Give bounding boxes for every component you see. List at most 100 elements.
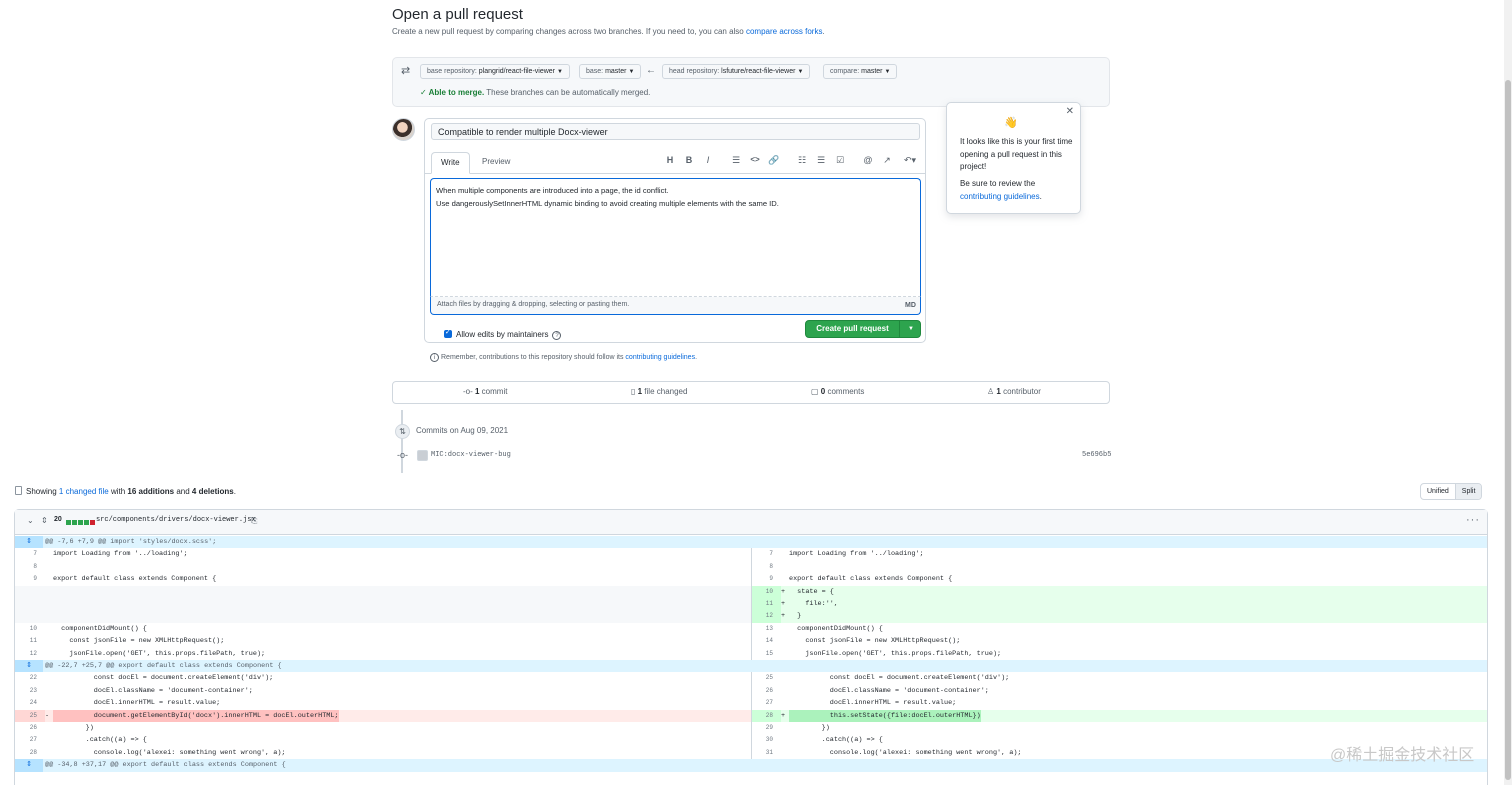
line-number[interactable]: 11 <box>751 598 773 610</box>
create-pull-request-label[interactable]: Create pull request <box>806 321 899 337</box>
kebab-menu-icon[interactable]: ··· <box>1466 514 1480 526</box>
code-line: const jsonFile = new XMLHttpRequest(); <box>53 637 225 646</box>
checkbox-checked-icon <box>444 328 452 338</box>
line-number[interactable]: 25 <box>751 672 773 684</box>
compare-across-forks-link[interactable]: compare across forks <box>746 27 822 36</box>
line-number[interactable]: 22 <box>15 672 37 684</box>
diff-row: 27 .catch((a) => {30 .catch((a) => { <box>15 734 1487 747</box>
changed-files-link[interactable]: 1 changed file <box>59 487 109 496</box>
code-line: const docEl = document.createElement('di… <box>789 674 1010 683</box>
code-line: state = { <box>789 587 834 596</box>
line-number[interactable]: 26 <box>15 722 37 734</box>
collapse-chevron-icon[interactable]: ⌄ <box>27 516 34 525</box>
tab-preview[interactable]: Preview <box>473 152 519 174</box>
line-number[interactable]: 23 <box>15 685 37 697</box>
diffstat-blocks <box>66 518 96 527</box>
pr-title-input[interactable] <box>431 123 920 140</box>
file-path-link[interactable]: src/components/drivers/docx-viewer.jsx <box>96 516 256 524</box>
line-number[interactable]: 27 <box>751 697 773 709</box>
line-number[interactable]: 29 <box>751 722 773 734</box>
diff-sign: + <box>781 711 786 720</box>
tab-write[interactable]: Write <box>431 152 470 174</box>
line-number[interactable]: 28 <box>751 710 773 722</box>
line-number[interactable]: 15 <box>751 648 773 660</box>
close-icon[interactable]: ✕ <box>1066 106 1074 119</box>
repo-push-icon: ⇅ <box>395 424 410 439</box>
comments-tab[interactable]: ▢ 0 comments <box>811 387 864 396</box>
line-number[interactable]: 14 <box>751 635 773 647</box>
code-line: docEl.innerHTML = result.value; <box>789 699 957 708</box>
mention-icon[interactable]: @ <box>862 154 874 166</box>
line-number[interactable]: 27 <box>15 734 37 746</box>
line-number[interactable]: 25 <box>15 710 37 722</box>
head-repository-select[interactable]: head repository: lsfuture/react-file-vie… <box>662 64 811 79</box>
diff-row: 23 docEl.className = 'document-container… <box>15 684 1487 698</box>
line-number[interactable]: 12 <box>15 648 37 660</box>
file-diff-icon <box>15 486 22 495</box>
italic-icon[interactable]: I <box>702 154 714 166</box>
line-number[interactable]: 9 <box>751 573 773 585</box>
popover-contributing-guidelines-link[interactable]: contributing guidelines <box>960 192 1040 201</box>
line-number[interactable]: 7 <box>15 548 37 560</box>
expand-lines-icon[interactable]: ⇕ <box>15 660 43 673</box>
code-line: console.log('alexei: something went wron… <box>53 748 286 757</box>
commit-sha-link[interactable]: 5e696b5 <box>1082 451 1111 459</box>
scrollbar[interactable] <box>1504 0 1512 785</box>
ordered-list-icon[interactable]: ☰ <box>815 154 827 166</box>
line-number[interactable]: 13 <box>751 623 773 635</box>
link-icon[interactable]: 🔗 <box>768 154 780 166</box>
line-number[interactable]: 9 <box>15 573 37 585</box>
file-icon: ▯ <box>631 387 638 396</box>
hunk-header-text: @@ -34,8 +37,17 @@ export default class … <box>45 761 286 770</box>
line-number[interactable]: 30 <box>751 734 773 746</box>
code-icon[interactable]: <> <box>749 154 761 166</box>
line-number[interactable]: 8 <box>15 561 37 573</box>
line-number[interactable]: 31 <box>751 747 773 759</box>
base-repository-select[interactable]: base repository: plangrid/react-file-vie… <box>420 64 570 79</box>
compare-branch-select[interactable]: compare: master ▼ <box>823 64 898 79</box>
heading-icon[interactable]: H <box>664 154 676 166</box>
quote-icon[interactable]: ☰ <box>730 154 742 166</box>
reply-icon[interactable]: ↶▾ <box>901 154 919 166</box>
copy-icon[interactable]: ⎘ <box>251 516 257 526</box>
page-subtitle: Create a new pull request by comparing c… <box>392 27 825 36</box>
task-list-icon[interactable]: ☑ <box>834 154 846 166</box>
allow-edits-checkbox[interactable]: Allow edits by maintainers? <box>444 328 562 340</box>
pr-body-textarea[interactable]: When multiple components are introduced … <box>430 178 921 297</box>
cross-reference-icon[interactable]: ↗ <box>881 154 893 166</box>
check-icon: ✓ <box>420 88 429 97</box>
expand-lines-icon[interactable]: ⇕ <box>15 536 43 549</box>
code-line: }) <box>789 724 830 732</box>
bold-icon[interactable]: B <box>683 154 695 166</box>
chevron-down-icon[interactable]: ▼ <box>902 321 920 337</box>
scrollbar-thumb[interactable] <box>1505 80 1511 780</box>
expand-lines-icon[interactable]: ⇕ <box>15 759 43 772</box>
base-branch-select[interactable]: base: master ▼ <box>579 64 642 79</box>
line-number[interactable]: 11 <box>15 635 37 647</box>
split-view-button[interactable]: Split <box>1454 484 1482 499</box>
code-line: file:'', <box>789 600 838 608</box>
line-number[interactable]: 24 <box>15 697 37 709</box>
line-number[interactable]: 10 <box>751 586 773 598</box>
unordered-list-icon[interactable]: ☷ <box>796 154 808 166</box>
commit-message-link[interactable]: MIC:docx-viewer-bug <box>431 451 511 459</box>
line-number[interactable]: 7 <box>751 548 773 560</box>
contributing-guidelines-link[interactable]: contributing guidelines <box>625 354 695 361</box>
commit-author-avatar[interactable] <box>417 450 428 461</box>
code-line: docEl.innerHTML = result.value; <box>53 699 221 708</box>
line-number[interactable]: 12 <box>751 610 773 622</box>
line-number[interactable]: 26 <box>751 685 773 697</box>
code-line: docEl.className = 'document-container'; <box>53 686 253 695</box>
unified-view-button[interactable]: Unified <box>1421 484 1455 499</box>
line-number[interactable]: 8 <box>751 561 773 573</box>
code-line: export default class extends Component { <box>53 575 217 584</box>
commits-tab[interactable]: -o- 1 commit <box>463 387 507 396</box>
avatar[interactable] <box>392 118 415 141</box>
create-pull-request-button[interactable]: Create pull request ▼ <box>805 320 921 338</box>
attach-files-bar[interactable]: Attach files by dragging & dropping, sel… <box>430 297 921 315</box>
contributors-tab[interactable]: ♙ 1 contributor <box>987 387 1041 396</box>
expand-all-icon[interactable]: ⇕ <box>41 516 48 525</box>
files-changed-tab[interactable]: ▯ 1 file changed <box>631 387 687 396</box>
line-number[interactable]: 10 <box>15 623 37 635</box>
line-number[interactable]: 28 <box>15 747 37 759</box>
